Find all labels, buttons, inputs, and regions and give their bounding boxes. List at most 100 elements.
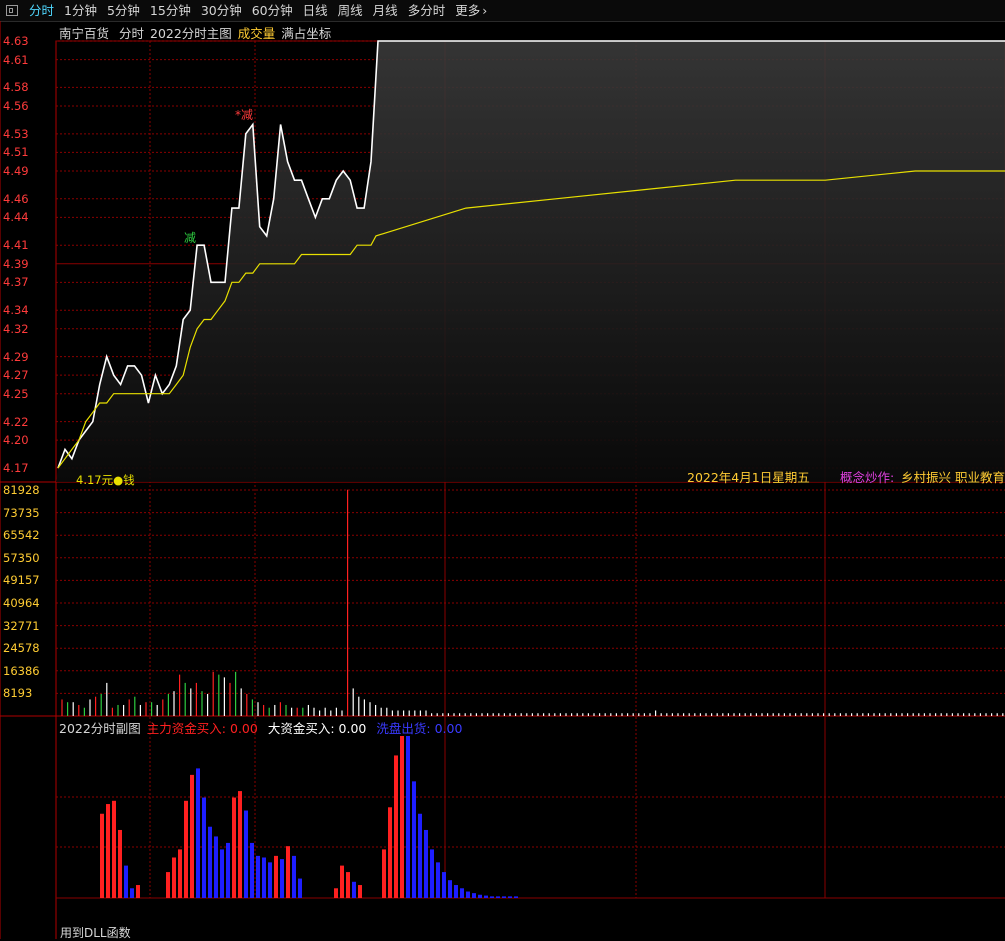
price-tick-label: 4.22 — [3, 414, 29, 429]
price-tick-label: 4.41 — [3, 238, 29, 253]
sub-chart-bar — [466, 891, 470, 898]
sub-chart-bar — [100, 813, 104, 898]
sub-chart-bar — [184, 800, 188, 898]
sub-chart-bar — [472, 893, 476, 898]
sub-chart-bar — [394, 755, 398, 898]
main-buy-value: 0.00 — [230, 721, 258, 736]
price-tick-label: 4.49 — [3, 163, 29, 178]
volume-label: 成交量 — [237, 26, 276, 41]
volume-tick-label: 8193 — [3, 686, 33, 701]
sub-chart-bar — [124, 865, 128, 898]
price-tick-label: 4.37 — [3, 275, 29, 290]
sub-chart-bar — [292, 855, 296, 898]
sub-chart-bar — [382, 849, 386, 898]
indicator-name[interactable]: 2022分时主图 — [150, 26, 232, 41]
price-tick-label: 4.20 — [3, 433, 29, 448]
sub-chart-bar — [412, 781, 416, 898]
price-tick-label: 4.44 — [3, 210, 29, 225]
main-chart-header: 南宁百货 分时 2022分时主图 成交量 满占坐标 — [59, 23, 331, 42]
marker-reduce-green: 减 — [184, 231, 197, 245]
price-tick-label: 4.46 — [3, 191, 29, 206]
sub-chart-bar — [298, 878, 302, 898]
coord-mode[interactable]: 满占坐标 — [281, 26, 331, 41]
sub-chart-bar — [400, 736, 404, 898]
sub-chart-bar — [496, 896, 500, 898]
sub-chart-bar — [406, 736, 410, 898]
sub-chart-header: 2022分时副图 主力资金买入: 0.00 大资金买入: 0.00 洗盘出货: … — [59, 718, 462, 737]
sub-chart-bar — [232, 797, 236, 898]
volume-tick-label: 81928 — [3, 483, 40, 497]
sub-chart-bar — [460, 888, 464, 898]
sub-chart-bar — [334, 888, 338, 898]
volume-tick-label: 49157 — [3, 573, 40, 588]
big-buy-value: 0.00 — [338, 721, 367, 736]
price-tick-label: 4.39 — [3, 256, 29, 271]
price-tick-label: 4.51 — [3, 145, 29, 160]
sub-chart-bar — [502, 896, 506, 898]
big-buy-label: 大资金买入: — [267, 721, 335, 736]
sub-chart-bar — [352, 881, 356, 898]
sub-chart-bar — [478, 894, 482, 898]
volume-tick-label: 57350 — [3, 550, 40, 565]
sub-chart-bar — [136, 885, 140, 898]
sub-chart-bar — [172, 857, 176, 898]
sub-chart-bar — [454, 885, 458, 898]
sub-chart-bar — [226, 842, 230, 898]
price-tick-label: 4.58 — [3, 80, 29, 95]
date-label: 2022年4月1日星期五 — [687, 470, 810, 485]
sub-chart-bar — [118, 829, 122, 898]
price-tick-label: 4.56 — [3, 98, 29, 113]
main-buy-label: 主力资金买入: — [146, 721, 227, 736]
sub-chart-bar — [166, 872, 170, 898]
sub-chart-bar — [178, 849, 182, 898]
sub-chart-bar — [256, 855, 260, 898]
sub-chart-bar — [208, 826, 212, 898]
dump-label: 洗盘出货: — [376, 721, 431, 736]
sub-chart-bar — [442, 872, 446, 898]
price-tick-label: 4.29 — [3, 349, 29, 364]
price-tick-label: 4.27 — [3, 368, 29, 383]
sub-chart-bar — [202, 797, 206, 898]
concept-label: 概念炒作: — [840, 470, 895, 485]
sub-chart-bar — [514, 896, 518, 898]
price-area — [56, 41, 1005, 482]
sub-chart-bar — [196, 768, 200, 898]
sub-chart-bar — [220, 849, 224, 898]
stock-name: 南宁百货 — [59, 26, 110, 41]
sub-chart-bar — [106, 804, 110, 898]
chart-mode: 分时 — [119, 26, 145, 41]
sub-chart-bar — [268, 862, 272, 898]
sub-chart-bar — [286, 846, 290, 898]
price-tick-label: 4.25 — [3, 386, 29, 401]
sub-chart-bar — [130, 888, 134, 898]
marker-reduce-red: *减 — [235, 108, 254, 122]
sub-chart-bar — [280, 859, 284, 898]
sub-chart-bar — [490, 896, 494, 898]
volume-tick-label: 24578 — [3, 641, 40, 656]
price-tick-label: 4.53 — [3, 126, 29, 141]
sub-chart-bar — [436, 862, 440, 898]
volume-tick-label: 65542 — [3, 528, 40, 543]
sub-chart-bar — [418, 813, 422, 898]
sub-chart-bar — [274, 855, 278, 898]
sub-chart-bar — [340, 865, 344, 898]
sub-chart-bar — [388, 807, 392, 898]
bottom-price-note: 4.17元●钱 — [76, 473, 135, 487]
sub-chart-title[interactable]: 2022分时副图 — [59, 721, 141, 736]
volume-tick-label: 32771 — [3, 618, 40, 633]
dump-value: 0.00 — [434, 721, 463, 736]
sub-chart-bar — [484, 895, 488, 898]
sub-chart-bar — [508, 896, 512, 898]
sub-chart-bar — [430, 849, 434, 898]
sub-chart-bar — [238, 791, 242, 898]
price-tick-label: 4.61 — [3, 52, 29, 67]
sub-chart-bar — [250, 842, 254, 898]
price-tick-label: 4.32 — [3, 321, 29, 336]
price-tick-label: 4.17 — [3, 461, 29, 475]
sub-chart-bar — [262, 857, 266, 898]
sub-chart-bar — [448, 880, 452, 898]
sub-chart-bar — [424, 829, 428, 898]
sub-chart-bar — [346, 872, 350, 898]
volume-tick-label: 73735 — [3, 505, 40, 520]
sub-chart-bar — [244, 810, 248, 898]
